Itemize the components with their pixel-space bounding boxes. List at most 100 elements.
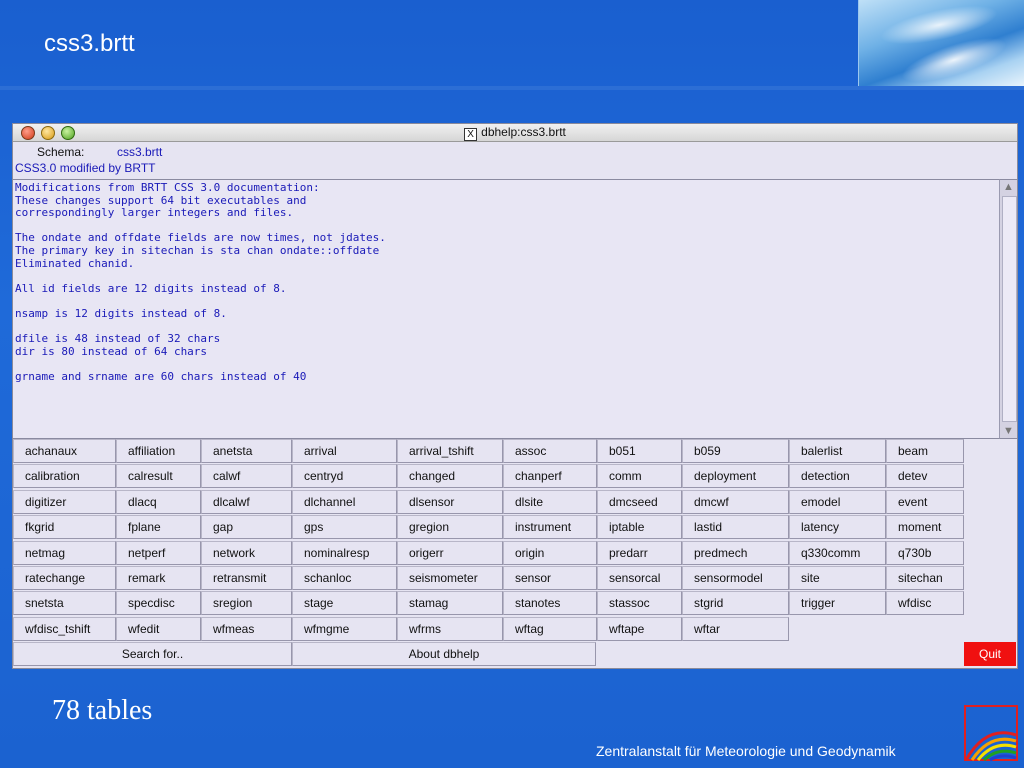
header-divider — [0, 86, 1024, 90]
table-button-digitizer[interactable]: digitizer — [13, 489, 116, 514]
table-button-stgrid[interactable]: stgrid — [682, 591, 789, 616]
table-button-dmcseed[interactable]: dmcseed — [597, 489, 682, 514]
table-button-sensorcal[interactable]: sensorcal — [597, 566, 682, 590]
table-button-snetsta[interactable]: snetsta — [13, 591, 116, 616]
table-button-arrival_tshift[interactable]: arrival_tshift — [397, 439, 503, 463]
table-button-q330comm[interactable]: q330comm — [789, 540, 886, 565]
table-button-fplane[interactable]: fplane — [116, 515, 201, 540]
documentation-text: Modifications from BRTT CSS 3.0 document… — [15, 181, 386, 383]
table-button-origin[interactable]: origin — [503, 540, 597, 565]
table-button-emodel[interactable]: emodel — [789, 489, 886, 514]
table-button-dlsite[interactable]: dlsite — [503, 489, 597, 514]
table-button-calibration[interactable]: calibration — [13, 464, 116, 489]
table-button-wftar[interactable]: wftar — [682, 616, 789, 641]
table-button-dlcalwf[interactable]: dlcalwf — [201, 489, 292, 514]
table-button-seismometer[interactable]: seismometer — [397, 566, 503, 590]
quit-button[interactable]: Quit — [964, 642, 1016, 666]
window-titlebar[interactable]: Xdbhelp:css3.brtt — [13, 124, 1017, 142]
table-button-deployment[interactable]: deployment — [682, 464, 789, 489]
slide-footer: Zentralanstalt für Meteorologie und Geod… — [596, 743, 896, 759]
table-button-q730b[interactable]: q730b — [886, 540, 964, 565]
table-button-specdisc[interactable]: specdisc — [116, 591, 201, 616]
table-button-moment[interactable]: moment — [886, 515, 964, 540]
table-button-ratechange[interactable]: ratechange — [13, 566, 116, 590]
table-button-gregion[interactable]: gregion — [397, 515, 503, 540]
table-button-iptable[interactable]: iptable — [597, 515, 682, 540]
window-title: Xdbhelp:css3.brtt — [13, 125, 1017, 141]
table-button-dlchannel[interactable]: dlchannel — [292, 489, 397, 514]
table-button-wftape[interactable]: wftape — [597, 616, 682, 641]
x11-icon: X — [464, 128, 478, 141]
table-button-sitechan[interactable]: sitechan — [886, 566, 964, 590]
table-button-comm[interactable]: comm — [597, 464, 682, 489]
table-button-lastid[interactable]: lastid — [682, 515, 789, 540]
table-button-wfmeas[interactable]: wfmeas — [201, 616, 292, 641]
table-button-remark[interactable]: remark — [116, 566, 201, 590]
table-button-detection[interactable]: detection — [789, 464, 886, 489]
table-button-wfdisc[interactable]: wfdisc — [886, 591, 964, 616]
table-button-stanotes[interactable]: stanotes — [503, 591, 597, 616]
table-button-b051[interactable]: b051 — [597, 439, 682, 463]
schema-value: css3.brtt — [117, 145, 163, 159]
table-button-detev[interactable]: detev — [886, 464, 964, 489]
table-button-calwf[interactable]: calwf — [201, 464, 292, 489]
schema-description: CSS3.0 modified by BRTT — [15, 161, 156, 175]
table-button-affiliation[interactable]: affiliation — [116, 439, 201, 463]
table-button-wfedit[interactable]: wfedit — [116, 616, 201, 641]
table-button-sregion[interactable]: sregion — [201, 591, 292, 616]
scroll-up-icon[interactable]: ▲ — [1001, 180, 1016, 194]
schema-row: Schema: css3.brtt — [13, 142, 1017, 160]
table-button-arrival[interactable]: arrival — [292, 439, 397, 463]
table-button-dlacq[interactable]: dlacq — [116, 489, 201, 514]
about-button[interactable]: About dbhelp — [292, 642, 596, 666]
table-button-gap[interactable]: gap — [201, 515, 292, 540]
table-button-achanaux[interactable]: achanaux — [13, 439, 116, 463]
table-button-latency[interactable]: latency — [789, 515, 886, 540]
table-button-netperf[interactable]: netperf — [116, 540, 201, 565]
table-button-changed[interactable]: changed — [397, 464, 503, 489]
window-title-text: dbhelp:css3.brtt — [481, 125, 566, 139]
table-button-b059[interactable]: b059 — [682, 439, 789, 463]
table-button-predmech[interactable]: predmech — [682, 540, 789, 565]
sky-image — [858, 0, 1024, 86]
table-button-stage[interactable]: stage — [292, 591, 397, 616]
table-button-origerr[interactable]: origerr — [397, 540, 503, 565]
table-button-fkgrid[interactable]: fkgrid — [13, 515, 116, 540]
table-button-schanloc[interactable]: schanloc — [292, 566, 397, 590]
documentation-textarea[interactable]: Modifications from BRTT CSS 3.0 document… — [13, 179, 999, 439]
table-button-assoc[interactable]: assoc — [503, 439, 597, 463]
table-button-chanperf[interactable]: chanperf — [503, 464, 597, 489]
textarea-scrollbar[interactable]: ▲ ▼ — [999, 179, 1017, 439]
table-button-dmcwf[interactable]: dmcwf — [682, 489, 789, 514]
table-button-netmag[interactable]: netmag — [13, 540, 116, 565]
table-button-beam[interactable]: beam — [886, 439, 964, 463]
table-button-trigger[interactable]: trigger — [789, 591, 886, 616]
slide-title: css3.brtt — [44, 30, 135, 57]
table-button-nominalresp[interactable]: nominalresp — [292, 540, 397, 565]
table-button-stamag[interactable]: stamag — [397, 591, 503, 616]
table-button-anetsta[interactable]: anetsta — [201, 439, 292, 463]
scroll-thumb[interactable] — [1002, 196, 1017, 422]
table-button-dlsensor[interactable]: dlsensor — [397, 489, 503, 514]
table-button-network[interactable]: network — [201, 540, 292, 565]
table-button-retransmit[interactable]: retransmit — [201, 566, 292, 590]
table-button-stassoc[interactable]: stassoc — [597, 591, 682, 616]
scroll-down-icon[interactable]: ▼ — [1001, 424, 1016, 438]
table-button-centryd[interactable]: centryd — [292, 464, 397, 489]
table-button-instrument[interactable]: instrument — [503, 515, 597, 540]
table-button-event[interactable]: event — [886, 489, 964, 514]
table-button-wftag[interactable]: wftag — [503, 616, 597, 641]
table-button-wfmgme[interactable]: wfmgme — [292, 616, 397, 641]
search-button[interactable]: Search for.. — [13, 642, 292, 666]
schema-label: Schema: — [37, 145, 85, 159]
table-button-sensor[interactable]: sensor — [503, 566, 597, 590]
table-button-wfrms[interactable]: wfrms — [397, 616, 503, 641]
table-button-sensormodel[interactable]: sensormodel — [682, 566, 789, 590]
table-button-balerlist[interactable]: balerlist — [789, 439, 886, 463]
dbhelp-window: Xdbhelp:css3.brtt Schema: css3.brtt CSS3… — [12, 123, 1018, 669]
table-button-calresult[interactable]: calresult — [116, 464, 201, 489]
table-button-gps[interactable]: gps — [292, 515, 397, 540]
table-button-site[interactable]: site — [789, 566, 886, 590]
table-button-wfdisc_tshift[interactable]: wfdisc_tshift — [13, 616, 116, 641]
table-button-predarr[interactable]: predarr — [597, 540, 682, 565]
